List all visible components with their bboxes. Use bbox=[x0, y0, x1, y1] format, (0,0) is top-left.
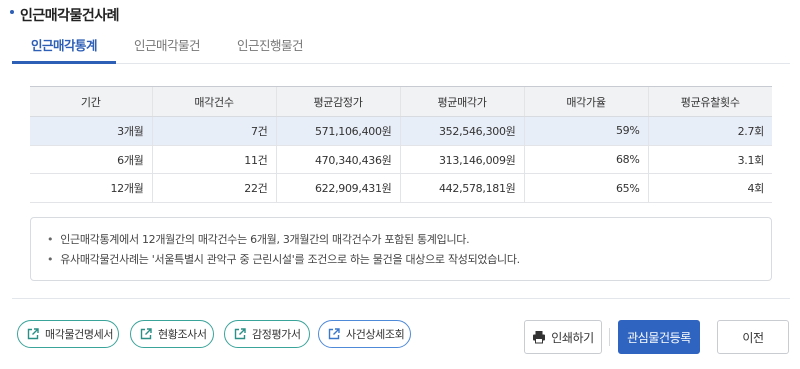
external-link-icon bbox=[234, 328, 246, 340]
button-divider bbox=[609, 328, 610, 346]
tab-nearby-sale-stats[interactable]: 인근매각통계 bbox=[12, 34, 116, 64]
note-item: 인근매각통계에서 12개월간의 매각건수는 6개월, 3개월간의 매각건수가 포… bbox=[47, 230, 771, 250]
cell-sale-count: 22건 bbox=[151, 173, 276, 204]
sale-item-spec-button[interactable]: 매각물건명세서 bbox=[17, 320, 119, 348]
note-item: 유사매각물건사례는 '서울특별시 관악구 중 근린시설'를 조건으로 하는 물건… bbox=[47, 250, 771, 270]
header-sale-ratio: 매각가율 bbox=[523, 86, 648, 117]
section-header: 인근매각물건사례 bbox=[10, 4, 120, 26]
cell-sale-ratio: 65% bbox=[523, 173, 648, 204]
external-link-icon bbox=[27, 328, 39, 340]
table-row: 3개월 7건 571,106,400원 352,546,300원 59% 2.7… bbox=[30, 116, 772, 146]
previous-button[interactable]: 이전 bbox=[717, 320, 789, 354]
cell-sale-count: 7건 bbox=[151, 116, 276, 146]
header-avg-fail-count: 평균유찰횟수 bbox=[647, 86, 772, 117]
appraisal-report-button[interactable]: 감정평가서 bbox=[224, 320, 310, 348]
button-label: 사건상세조회 bbox=[346, 328, 405, 341]
cell-sale-count: 11건 bbox=[151, 145, 276, 175]
cell-avg-appraisal: 571,106,400원 bbox=[275, 116, 400, 146]
button-label: 감정평가서 bbox=[252, 328, 301, 341]
notes-box: 인근매각통계에서 12개월간의 매각건수는 6개월, 3개월간의 매각건수가 포… bbox=[30, 217, 772, 281]
print-button[interactable]: 인쇄하기 bbox=[524, 320, 602, 354]
cell-period: 3개월 bbox=[30, 116, 152, 146]
print-label: 인쇄하기 bbox=[551, 330, 594, 345]
cell-sale-ratio: 68% bbox=[523, 145, 648, 175]
cell-avg-sale-price: 313,146,009원 bbox=[399, 145, 524, 175]
cell-period: 6개월 bbox=[30, 145, 152, 175]
cell-avg-sale-price: 442,578,181원 bbox=[399, 173, 524, 204]
external-link-icon bbox=[328, 328, 340, 340]
cell-period: 12개월 bbox=[30, 173, 152, 204]
bullet-dot bbox=[10, 10, 14, 14]
sale-stats-table: 기간 매각건수 평균감정가 평균매각가 매각가율 평균유찰횟수 3개월 7건 5… bbox=[30, 86, 772, 204]
printer-icon bbox=[532, 330, 546, 344]
cell-avg-sale-price: 352,546,300원 bbox=[399, 116, 524, 146]
table-row: 12개월 22건 622,909,431원 442,578,181원 65% 4… bbox=[30, 173, 772, 204]
cell-sale-ratio: 59% bbox=[523, 116, 648, 146]
button-label: 매각물건명세서 bbox=[45, 328, 114, 341]
cell-avg-fail-count: 2.7회 bbox=[647, 116, 772, 146]
tab-nearby-sold-items[interactable]: 인근매각물건 bbox=[129, 34, 205, 64]
table-header-row: 기간 매각건수 평균감정가 평균매각가 매각가율 평균유찰횟수 bbox=[30, 86, 772, 117]
header-avg-appraisal: 평균감정가 bbox=[275, 86, 400, 117]
table-row: 6개월 11건 470,340,436원 313,146,009원 68% 3.… bbox=[30, 145, 772, 175]
header-period: 기간 bbox=[30, 86, 152, 117]
tab-bar: 인근매각통계 인근매각물건 인근진행물건 bbox=[12, 34, 790, 64]
divider bbox=[12, 298, 790, 299]
button-label: 현황조사서 bbox=[158, 328, 207, 341]
cell-avg-appraisal: 622,909,431원 bbox=[275, 173, 400, 204]
external-link-icon bbox=[140, 328, 152, 340]
section-title: 인근매각물건사례 bbox=[20, 8, 120, 24]
tab-nearby-ongoing-items[interactable]: 인근진행물건 bbox=[232, 34, 308, 64]
register-interest-button[interactable]: 관심물건등록 bbox=[618, 320, 700, 354]
status-report-button[interactable]: 현황조사서 bbox=[130, 320, 214, 348]
header-avg-sale-price: 평균매각가 bbox=[399, 86, 524, 117]
header-sale-count: 매각건수 bbox=[151, 86, 276, 117]
cell-avg-fail-count: 4회 bbox=[647, 173, 772, 204]
cell-avg-fail-count: 3.1회 bbox=[647, 145, 772, 175]
case-detail-button[interactable]: 사건상세조회 bbox=[318, 320, 411, 348]
cell-avg-appraisal: 470,340,436원 bbox=[275, 145, 400, 175]
